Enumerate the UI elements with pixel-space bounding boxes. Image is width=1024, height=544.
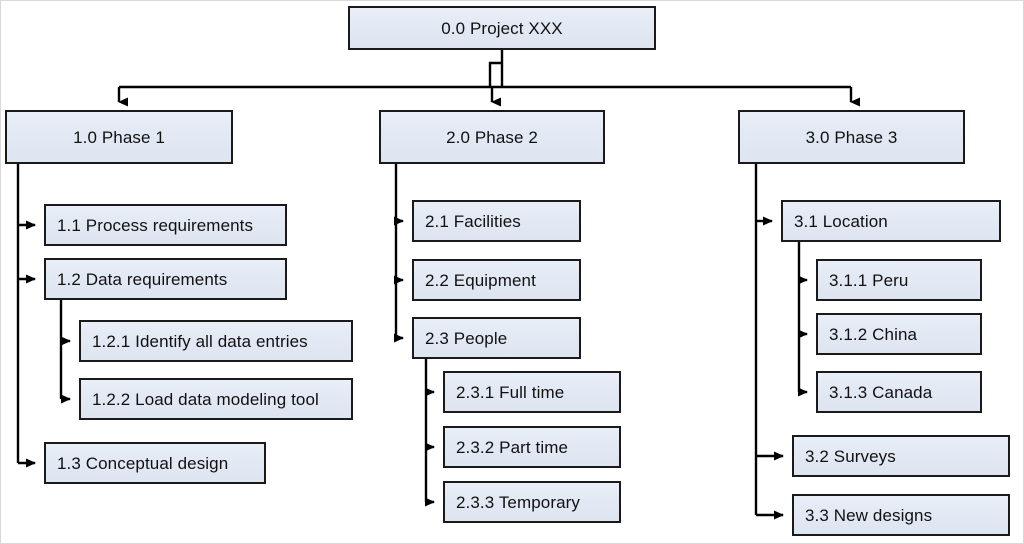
wbs-node-2-2-label: 2.2 Equipment <box>425 270 536 290</box>
wbs-node-phase-1-label: 1.0 Phase 1 <box>73 127 165 147</box>
wbs-node-phase-3-label: 3.0 Phase 3 <box>805 127 898 147</box>
wbs-node-3-1-1-label: 3.1.1 Peru <box>829 270 909 290</box>
wbs-node-2-3-3[interactable]: 2.3.3 Temporary <box>443 481 621 523</box>
wbs-node-3-1[interactable]: 3.1 Location <box>781 200 1001 242</box>
connector-root-hook <box>488 61 502 87</box>
wbs-node-1-1-label: 1.1 Process requirements <box>57 215 254 235</box>
wbs-node-3-3-label: 3.3 New designs <box>805 505 933 525</box>
wbs-node-root[interactable]: 0.0 Project XXX <box>348 6 656 50</box>
wbs-node-1-3-label: 1.3 Conceptual design <box>57 453 229 473</box>
wbs-node-3-1-1[interactable]: 3.1.1 Peru <box>816 259 982 301</box>
wbs-node-1-2-label: 1.2 Data requirements <box>57 269 228 289</box>
wbs-node-2-3-1[interactable]: 2.3.1 Full time <box>443 371 621 413</box>
wbs-node-3-2[interactable]: 3.2 Surveys <box>792 435 1010 477</box>
wbs-node-3-1-3-label: 3.1.3 Canada <box>829 382 933 402</box>
wbs-node-2-3-1-label: 2.3.1 Full time <box>456 382 565 402</box>
wbs-node-2-1[interactable]: 2.1 Facilities <box>412 200 581 242</box>
wbs-node-3-1-2-label: 3.1.2 China <box>829 324 918 344</box>
wbs-node-3-1-2[interactable]: 3.1.2 China <box>816 313 982 355</box>
wbs-node-2-3-2-label: 2.3.2 Part time <box>456 437 569 457</box>
wbs-node-1-2-1-label: 1.2.1 Identify all data entries <box>92 331 308 351</box>
wbs-node-2-3-label: 2.3 People <box>425 328 508 348</box>
wbs-node-phase-3[interactable]: 3.0 Phase 3 <box>738 110 965 164</box>
wbs-node-3-3[interactable]: 3.3 New designs <box>792 494 1010 536</box>
wbs-node-2-3-3-label: 2.3.3 Temporary <box>456 492 581 512</box>
wbs-node-1-2-1[interactable]: 1.2.1 Identify all data entries <box>79 320 353 362</box>
wbs-node-3-2-label: 3.2 Surveys <box>805 446 896 466</box>
wbs-node-2-1-label: 2.1 Facilities <box>425 211 521 231</box>
wbs-node-3-1-3[interactable]: 3.1.3 Canada <box>816 371 982 413</box>
wbs-node-1-1[interactable]: 1.1 Process requirements <box>44 204 287 246</box>
wbs-node-phase-1[interactable]: 1.0 Phase 1 <box>5 110 233 164</box>
wbs-node-3-1-label: 3.1 Location <box>794 211 888 231</box>
wbs-node-2-2[interactable]: 2.2 Equipment <box>412 259 581 301</box>
wbs-node-phase-2-label: 2.0 Phase 2 <box>446 127 538 147</box>
wbs-node-1-2[interactable]: 1.2 Data requirements <box>44 258 287 300</box>
wbs-node-2-3[interactable]: 2.3 People <box>412 317 581 359</box>
wbs-diagram-canvas: 0.0 Project XXX 1.0 Phase 1 2.0 Phase 2 … <box>0 0 1024 544</box>
wbs-node-phase-2[interactable]: 2.0 Phase 2 <box>379 110 605 164</box>
wbs-node-1-2-2[interactable]: 1.2.2 Load data modeling tool <box>79 378 353 420</box>
wbs-node-2-3-2[interactable]: 2.3.2 Part time <box>443 426 621 468</box>
wbs-node-1-3[interactable]: 1.3 Conceptual design <box>44 442 266 484</box>
wbs-node-root-label: 0.0 Project XXX <box>441 18 563 38</box>
wbs-node-1-2-2-label: 1.2.2 Load data modeling tool <box>92 389 319 409</box>
